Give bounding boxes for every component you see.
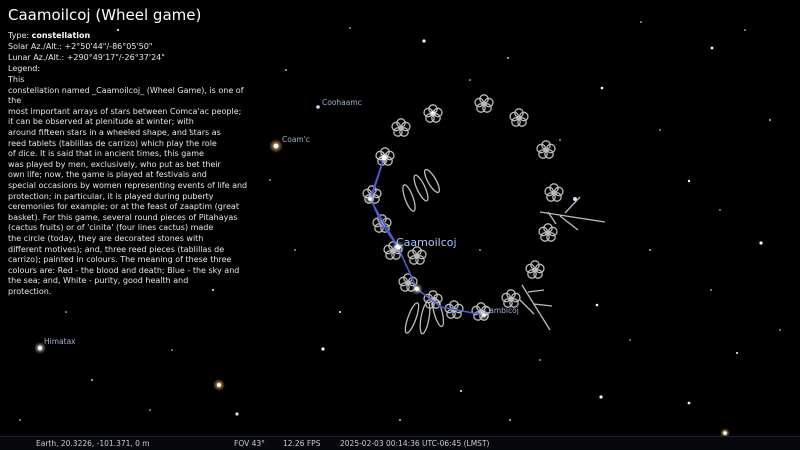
star-label-himatax[interactable]: Himatax — [44, 337, 76, 346]
status-fov: FOV 43° — [234, 439, 265, 448]
status-datetime[interactable]: 2025-02-03 00:14:36 UTC-06:45 (LMST) — [340, 439, 489, 448]
status-bar: Earth, 20.3226, -101.371, 0 m FOV 43° 12… — [0, 436, 800, 450]
object-type: Type: constellation — [8, 30, 258, 41]
star-label-coamc[interactable]: Coam'c — [282, 135, 310, 144]
constellation-name-label[interactable]: Caamoilcoj — [396, 236, 457, 249]
star-label-coohaamc[interactable]: Coohaamc — [322, 98, 362, 107]
object-type-label: Type: — [8, 31, 30, 40]
status-location[interactable]: Earth, 20.3226, -101.371, 0 m — [36, 439, 150, 448]
object-description: This constellation named _Caamoilcoj_ (W… — [8, 75, 248, 296]
object-title: Caamoilcoj (Wheel game) — [8, 6, 202, 24]
object-type-value: constellation — [31, 31, 91, 40]
lunar-azalt: Lunar Az./Alt.: +290°49'17"/-26°37'24" — [8, 53, 165, 62]
constellation-artwork — [362, 94, 606, 335]
status-fps: 12.26 FPS — [283, 439, 321, 448]
star-label-cambicoj[interactable]: Cambicoj — [484, 306, 519, 315]
solar-azalt: Solar Az./Alt.: +2°50'44"/-86°05'50" — [8, 42, 153, 51]
legend-label: Legend: — [8, 64, 41, 73]
object-info-panel: Caamoilcoj (Wheel game) Type: constellat… — [8, 6, 258, 297]
